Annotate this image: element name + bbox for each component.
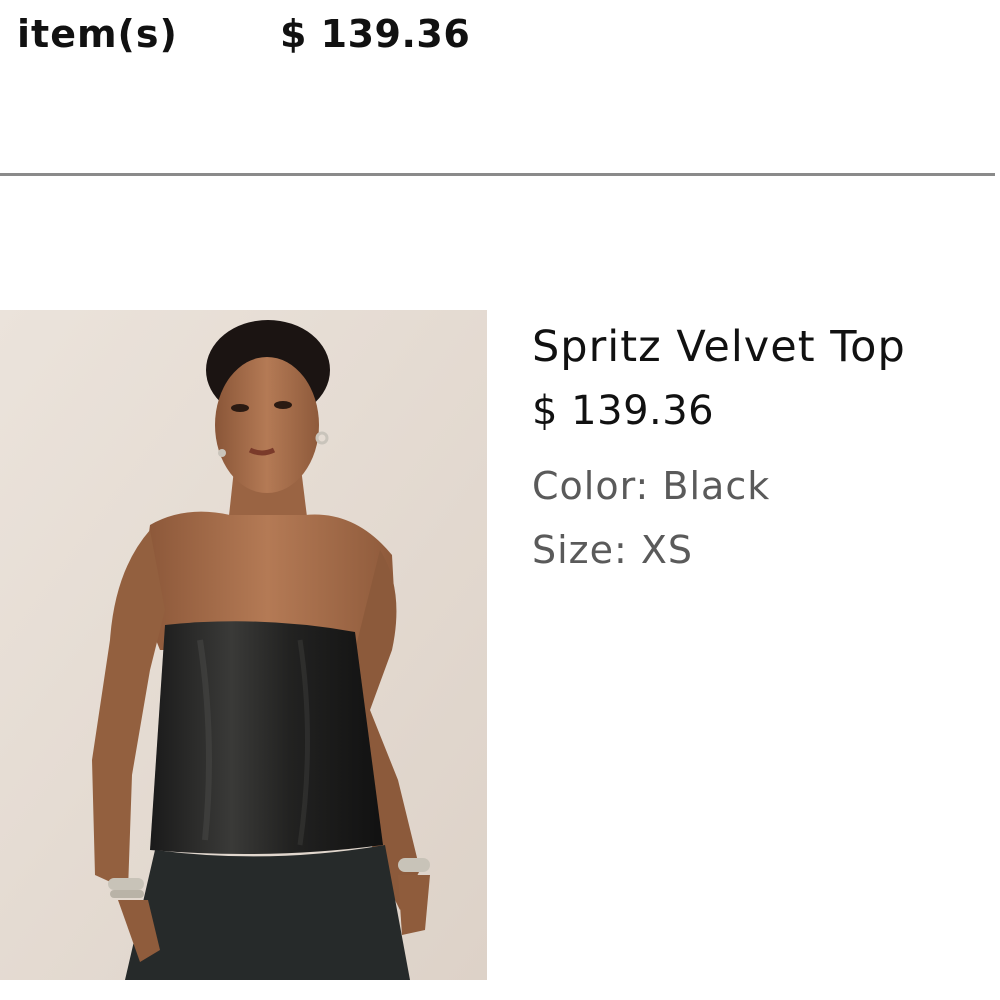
section-divider [0,173,995,176]
product-name[interactable]: Spritz Velvet Top [532,322,992,372]
product-image[interactable] [0,310,487,980]
product-price: $ 139.36 [532,388,715,434]
product-size: Size: XS [532,528,694,572]
product-details: Spritz Velvet Top $ 139.36 Color: Black … [532,322,992,572]
cart-summary: item(s) $ 139.36 [0,0,1000,80]
items-count-label: item(s) [17,12,178,56]
product-color: Color: Black [532,464,771,508]
cart-item: Spritz Velvet Top $ 139.36 Color: Black … [0,310,1000,982]
cart-total-price: $ 139.36 [280,12,471,56]
